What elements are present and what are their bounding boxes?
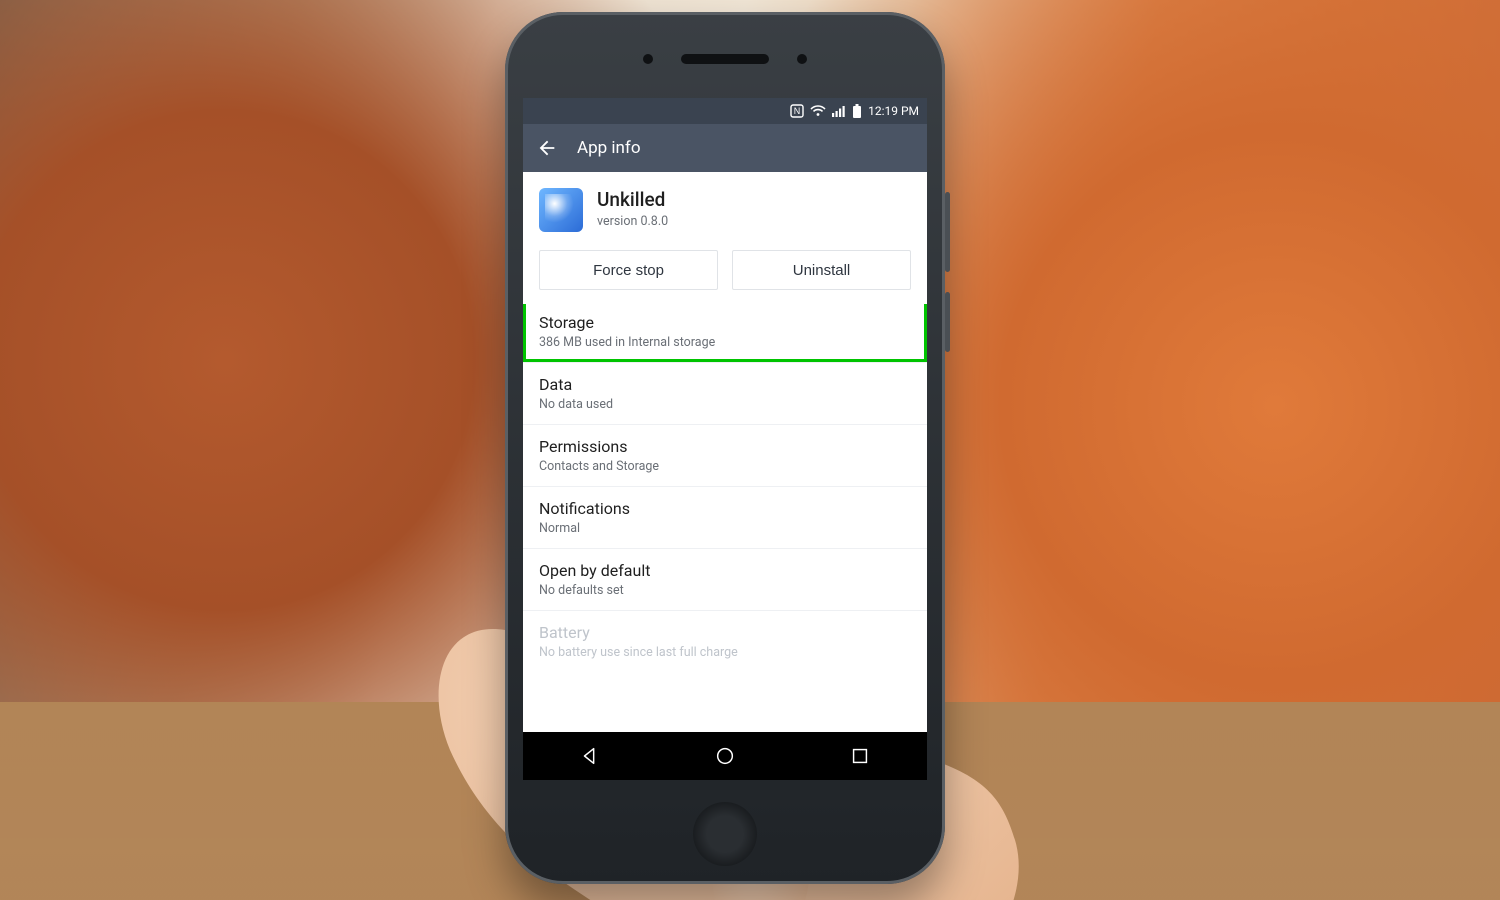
open-by-default-subtitle: No defaults set: [539, 583, 911, 598]
wifi-icon: [810, 105, 826, 117]
svg-text:N: N: [794, 106, 801, 116]
phone-home-button: [693, 802, 757, 866]
app-bar-title: App info: [577, 138, 641, 158]
storage-item[interactable]: Storage 386 MB used in Internal storage: [523, 304, 927, 362]
app-version: version 0.8.0: [597, 214, 668, 229]
nav-home-button[interactable]: [714, 745, 736, 767]
signal-icon: [832, 105, 846, 117]
nfc-icon: N: [790, 104, 804, 118]
phone-sensor: [643, 54, 653, 64]
phone-side-button: [945, 292, 950, 352]
phone-frame: N 12:19 PM App info: [505, 12, 945, 884]
battery-subtitle: No battery use since last full charge: [539, 645, 911, 660]
action-buttons: Force stop Uninstall: [523, 240, 927, 304]
phone-earpiece: [681, 54, 769, 64]
arrow-left-icon: [536, 137, 558, 159]
app-bar: App info: [523, 124, 927, 172]
scene-background: N 12:19 PM App info: [0, 0, 1500, 900]
nav-back-button[interactable]: [579, 745, 601, 767]
app-info-content: Unkilled version 0.8.0 Force stop Uninst…: [523, 172, 927, 672]
phone-screen: N 12:19 PM App info: [523, 98, 927, 780]
permissions-title: Permissions: [539, 437, 911, 456]
triangle-back-icon: [579, 745, 601, 767]
app-icon: [539, 188, 583, 232]
status-time: 12:19 PM: [868, 104, 919, 118]
open-by-default-item[interactable]: Open by default No defaults set: [523, 548, 927, 610]
storage-title: Storage: [539, 313, 911, 332]
battery-item[interactable]: Battery No battery use since last full c…: [523, 610, 927, 672]
notifications-title: Notifications: [539, 499, 911, 518]
data-subtitle: No data used: [539, 397, 911, 412]
data-title: Data: [539, 375, 911, 394]
nav-recent-button[interactable]: [849, 745, 871, 767]
circle-home-icon: [714, 745, 736, 767]
permissions-item[interactable]: Permissions Contacts and Storage: [523, 424, 927, 486]
phone-side-button: [945, 192, 950, 272]
square-recent-icon: [849, 745, 871, 767]
back-button[interactable]: [531, 132, 563, 164]
phone-sensor: [797, 54, 807, 64]
android-nav-bar: [523, 732, 927, 780]
force-stop-button[interactable]: Force stop: [539, 250, 718, 290]
uninstall-button[interactable]: Uninstall: [732, 250, 911, 290]
data-item[interactable]: Data No data used: [523, 362, 927, 424]
permissions-subtitle: Contacts and Storage: [539, 459, 911, 474]
app-header: Unkilled version 0.8.0: [523, 172, 927, 240]
app-name: Unkilled: [597, 188, 668, 211]
open-by-default-title: Open by default: [539, 561, 911, 580]
status-bar: N 12:19 PM: [523, 98, 927, 124]
battery-title: Battery: [539, 623, 911, 642]
storage-subtitle: 386 MB used in Internal storage: [539, 335, 911, 350]
notifications-item[interactable]: Notifications Normal: [523, 486, 927, 548]
battery-icon: [852, 104, 862, 118]
notifications-subtitle: Normal: [539, 521, 911, 536]
